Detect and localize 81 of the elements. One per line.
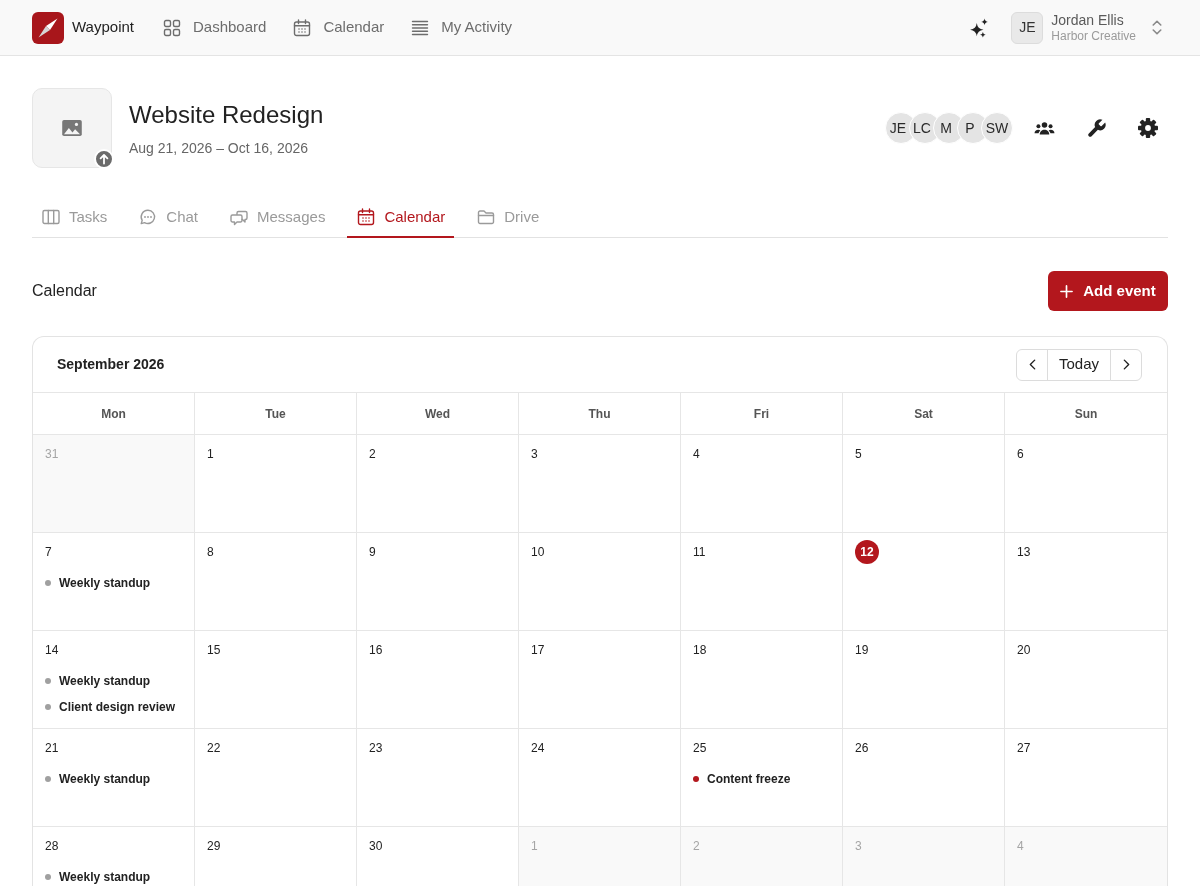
nav-link[interactable]: Calendar [293,16,385,39]
grid-icon [163,18,181,37]
wrench-icon[interactable] [1087,118,1106,138]
weekday-heading: Fri [681,393,843,435]
day-number: 20 [1017,642,1031,659]
weekday-heading: Wed [357,393,519,435]
brand-name[interactable]: Waypoint [72,16,134,39]
day-number: 19 [855,642,869,659]
month-title: September 2026 [57,355,165,374]
weekday-heading: Thu [519,393,681,435]
chevron-up-down-icon[interactable] [1152,20,1162,35]
day-number: 10 [531,544,545,561]
day-number: 11 [693,544,706,561]
nav-link[interactable]: My Activity [411,16,513,39]
day-number: 2 [693,838,700,855]
day-number: 26 [855,740,869,757]
tab[interactable]: Calendar [347,198,455,238]
image-icon [62,120,82,136]
day-number: 30 [369,838,383,855]
nav-link[interactable]: Dashboard [163,16,267,39]
logo-icon[interactable] [32,11,64,44]
day-number: 6 [1017,446,1024,463]
section-title: Calendar [32,281,97,301]
day-number: 13 [1017,544,1031,561]
day-number: 1 [207,446,214,463]
day-number: 4 [1017,838,1024,855]
chat-bubble-icon [139,208,158,226]
day-number: 27 [1017,740,1031,757]
calendar-event[interactable]: Client design review [45,700,176,714]
day-number: 5 [855,446,862,463]
project-dates: Aug 21, 2026 – Oct 16, 2026 [129,139,310,158]
image-placeholder[interactable] [32,88,112,168]
day-number: 18 [693,642,707,659]
people-icon[interactable] [1034,121,1055,135]
calendar-event[interactable]: Weekly standup [45,576,151,590]
day-number: 3 [531,446,538,463]
day-number: 25 [693,740,707,757]
day-number: 28 [45,838,59,855]
weekday-heading: Sun [1005,393,1167,435]
day-number: 3 [855,838,862,855]
user-avatar[interactable]: JE [1011,11,1044,44]
day-number: 14 [45,642,59,659]
list-icon [411,18,430,37]
project-title: Website Redesign [129,100,324,130]
folder-icon [477,208,496,226]
add-event-button[interactable]: Add event [1048,271,1168,311]
upload-icon[interactable] [94,149,114,169]
day-number: 31 [45,446,59,463]
calendar-event[interactable]: Weekly standup [45,674,151,688]
day-number: 17 [531,642,545,659]
day-number: 29 [207,838,221,855]
plus-icon [1060,284,1074,298]
day-number: 22 [207,740,221,757]
calendar-icon [293,18,312,37]
weekday-heading: Sat [843,393,1005,435]
day-number: 16 [369,642,383,659]
weekday-heading: Tue [195,393,357,435]
day-number: 21 [45,740,59,757]
chevron-right-icon [1122,359,1130,370]
calendar-event[interactable]: Content freeze [693,772,791,786]
settings-icon[interactable] [1138,118,1158,138]
calendar-event[interactable]: Weekly standup [45,772,151,786]
day-number: 2 [369,446,376,463]
speech-bubbles-icon [230,208,249,226]
day-number: 7 [45,544,52,561]
member-avatar[interactable]: SW [981,112,1013,144]
calendar-event[interactable]: Weekly standup [45,870,151,884]
columns-icon [42,208,60,226]
user-name: Jordan Ellis [1051,11,1125,29]
user-organization: Harbor Creative [1051,28,1136,44]
day-number: 24 [531,740,545,757]
day-number: 1 [531,838,538,855]
day-number: 23 [369,740,383,757]
chevron-left-icon [1028,359,1036,370]
day-number: 4 [693,446,700,463]
today-button[interactable]: Today [1047,348,1111,381]
current-day-number: 12 [855,540,879,564]
day-number: 8 [207,544,214,561]
day-number: 9 [369,544,376,561]
day-number: 15 [207,642,221,659]
calendar-icon [357,208,376,226]
